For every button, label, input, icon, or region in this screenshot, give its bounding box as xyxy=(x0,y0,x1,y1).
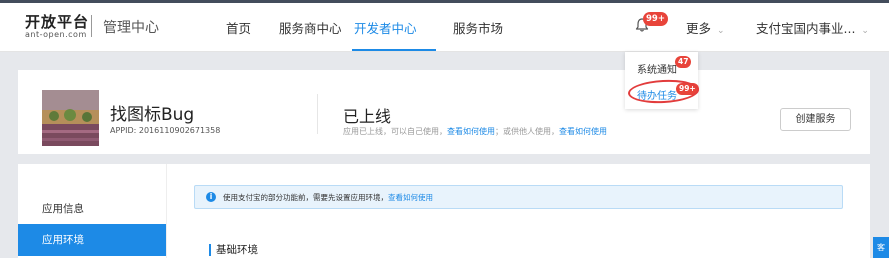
info-icon: i xyxy=(206,192,216,202)
notice-message: 使用支付宝的部分功能前，需要先设置应用环境， xyxy=(223,193,388,202)
account-menu[interactable]: 支付宝国内事业... ⌄ xyxy=(756,18,869,37)
app-id: APPID: 2016110902671358 xyxy=(110,126,221,135)
app-sidebar: 应用信息 应用环境 xyxy=(18,164,166,258)
more-menu[interactable]: 更多 ⌄ xyxy=(686,18,725,37)
app-summary-card: 找图标Bug APPID: 2016110902671358 已上线 应用已上线… xyxy=(18,70,870,154)
nav-provider-center[interactable]: 服务商中心 xyxy=(279,18,342,37)
sidebar-item-app-info[interactable]: 应用信息 xyxy=(18,193,166,225)
nav-home[interactable]: 首页 xyxy=(226,18,251,37)
status-text-1: 应用已上线，可以自己使用， xyxy=(343,127,447,136)
active-nav-underline xyxy=(352,49,436,51)
create-service-button[interactable]: 创建服务 xyxy=(780,108,851,131)
chevron-down-icon: ⌄ xyxy=(861,26,869,36)
nav-developer-center[interactable]: 开发者中心 xyxy=(354,18,417,37)
nav-service-market[interactable]: 服务市场 xyxy=(453,18,503,37)
section-title-basic-environment: 基础环境 xyxy=(209,244,258,256)
console-title: 管理中心 xyxy=(103,20,159,36)
info-notice: i 使用支付宝的部分功能前，需要先设置应用环境，查看如何使用 xyxy=(194,185,843,209)
logo-title: 开放平台 xyxy=(25,13,90,31)
floating-service-tab[interactable]: 客 xyxy=(873,237,889,258)
sidebar-divider xyxy=(166,164,167,258)
logo[interactable]: 开放平台 ant-open.com xyxy=(25,14,89,40)
notice-how-to-use-link[interactable]: 查看如何使用 xyxy=(388,193,433,202)
sidebar-item-app-environment[interactable]: 应用环境 xyxy=(18,224,166,256)
notification-count-badge: 99+ xyxy=(643,12,668,26)
notification-dropdown: 系统通知 47 待办任务 99+ xyxy=(625,52,700,109)
system-notice-count-badge: 47 xyxy=(675,56,692,68)
app-status-description: 应用已上线，可以自己使用，查看如何使用；或供他人使用，查看如何使用 xyxy=(343,126,607,137)
how-to-use-link-others[interactable]: 查看如何使用 xyxy=(559,127,607,136)
dropdown-item-system-notice[interactable]: 系统通知 xyxy=(637,61,677,76)
more-label: 更多 xyxy=(686,21,712,36)
app-name: 找图标Bug xyxy=(110,105,195,125)
notice-text: 使用支付宝的部分功能前，需要先设置应用环境，查看如何使用 xyxy=(223,192,433,203)
account-label: 支付宝国内事业... xyxy=(756,21,856,36)
logo-divider xyxy=(91,15,92,37)
card-divider xyxy=(317,94,318,134)
app-status-title: 已上线 xyxy=(343,107,392,126)
how-to-use-link-self[interactable]: 查看如何使用 xyxy=(447,127,495,136)
status-text-2: ；或供他人使用， xyxy=(495,127,559,136)
top-navbar: 开放平台 ant-open.com 管理中心 首页 服务商中心 开发者中心 服务… xyxy=(0,0,889,52)
annotation-highlight-ring xyxy=(627,78,700,105)
chevron-down-icon: ⌄ xyxy=(717,26,725,36)
logo-domain: ant-open.com xyxy=(25,30,87,39)
app-thumbnail-image xyxy=(42,90,99,146)
